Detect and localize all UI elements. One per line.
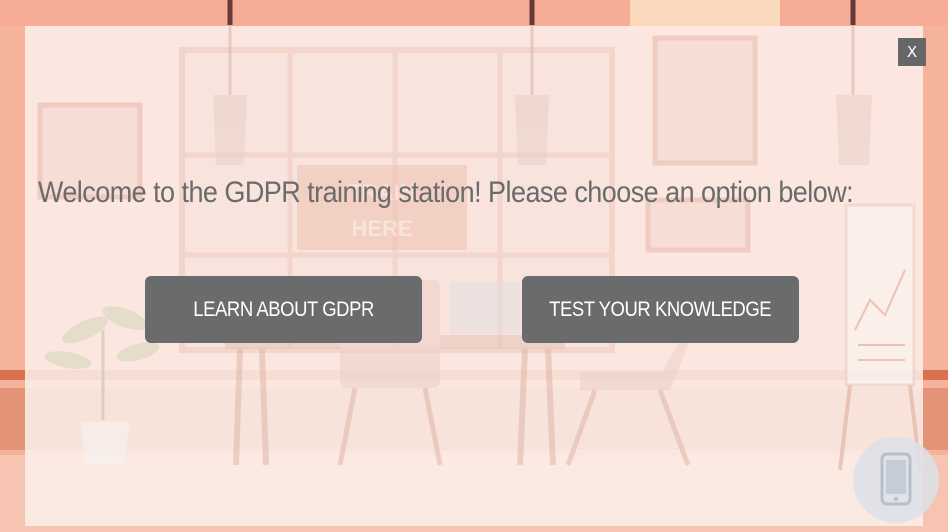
sign-text-line-2: HERE (351, 216, 412, 241)
smartphone-icon (880, 452, 912, 506)
learn-about-gdpr-button[interactable]: LEARN ABOUT GDPR (145, 276, 422, 343)
test-your-knowledge-label: TEST YOUR KNOWLEDGE (549, 297, 772, 321)
potted-plant (44, 306, 160, 465)
background-office-scene: TRAIN HERE (0, 0, 948, 532)
welcome-heading: Welcome to the GDPR training station! Pl… (37, 176, 854, 209)
test-your-knowledge-button[interactable]: TEST YOUR KNOWLEDGE (522, 276, 799, 343)
flipchart (838, 203, 922, 471)
learn-about-gdpr-label: LEARN ABOUT GDPR (193, 297, 374, 321)
close-button[interactable]: X (898, 38, 926, 66)
office-illustration: TRAIN HERE (37, 0, 922, 471)
mobile-device-badge[interactable] (853, 437, 939, 523)
